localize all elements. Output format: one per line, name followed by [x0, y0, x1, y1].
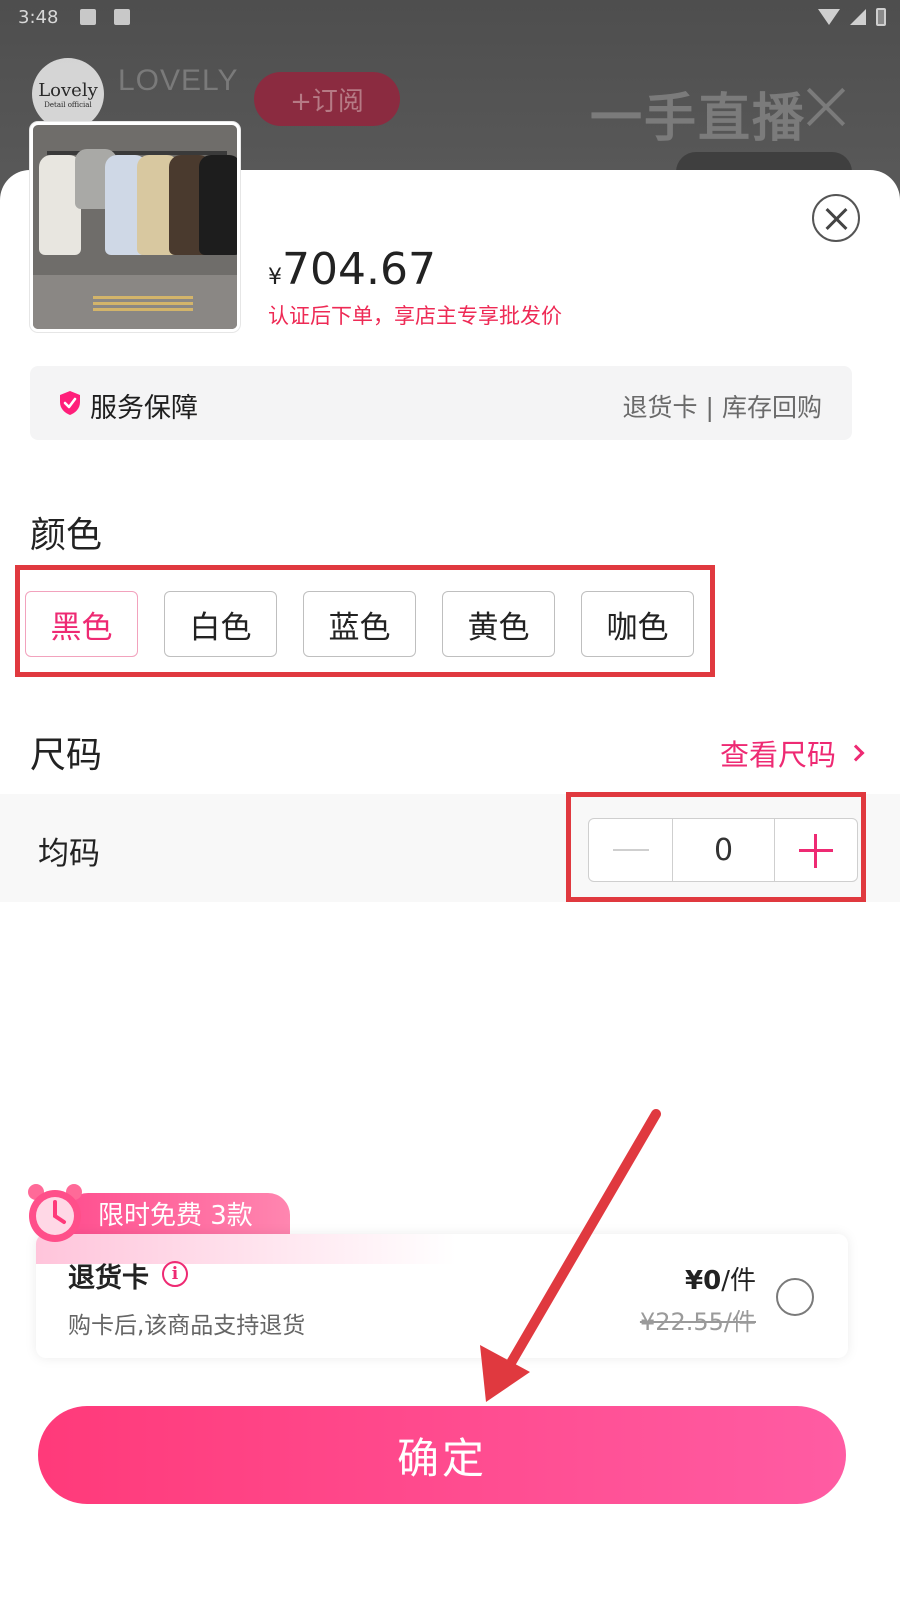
- live-title: 一手直播: [590, 89, 807, 149]
- store-name: LOVELY: [118, 64, 239, 97]
- store-logo-text: Lovely: [38, 79, 98, 101]
- sku-selection-sheet: ¥704.67 认证后下单，享店主专享批发价 服务保障 退货卡 | 库存回购 颜色 …: [0, 170, 900, 1600]
- status-bar: 3:48: [0, 0, 900, 36]
- decrease-button[interactable]: [589, 819, 673, 881]
- color-option-brown[interactable]: 咖色: [581, 591, 694, 657]
- return-card-title: 退货卡: [68, 1263, 149, 1294]
- price-note: 认证后下单，享店主专享批发价: [268, 304, 562, 328]
- size-chart-link[interactable]: 查看尺码: [719, 732, 865, 774]
- color-section-title: 颜色: [30, 515, 103, 556]
- return-card-price: ¥0/件: [685, 1260, 756, 1297]
- subscribe-button[interactable]: +订阅: [254, 72, 400, 126]
- coat-image: [199, 155, 237, 255]
- return-card-description: 购卡后,该商品支持退货: [68, 1313, 306, 1339]
- battery-icon: [876, 8, 886, 26]
- service-items: 退货卡 | 库存回购: [623, 388, 822, 424]
- thumbnail-caption: [93, 293, 193, 323]
- size-chart-link-label: 查看尺码: [719, 738, 836, 772]
- quantity-stepper: 0: [588, 818, 858, 882]
- font-icon: [114, 9, 130, 25]
- return-card-price-unit: /件: [721, 1266, 756, 1296]
- color-option-white[interactable]: 白色: [164, 591, 277, 657]
- size-section-title: 尺码: [30, 735, 103, 776]
- price-symbol: ¥: [268, 265, 282, 290]
- signal-icon: [850, 9, 866, 25]
- increase-button[interactable]: [775, 819, 857, 881]
- service-item-return-card: 退货卡: [622, 393, 698, 422]
- service-item-stock-buyback: 库存回购: [721, 393, 822, 422]
- service-guarantee-bar[interactable]: 服务保障 退货卡 | 库存回购: [30, 366, 852, 440]
- return-card-price-value: ¥0: [685, 1266, 722, 1296]
- color-option-black[interactable]: 黑色: [25, 591, 138, 657]
- shield-icon: [60, 391, 80, 415]
- store-avatar[interactable]: Lovely Detail official: [32, 58, 104, 130]
- status-indicators: [818, 8, 886, 26]
- confirm-button[interactable]: 确定: [38, 1406, 846, 1504]
- store-logo-subtext: Detail official: [44, 100, 92, 109]
- price-value: 704.67: [282, 244, 436, 295]
- promo-tag-text: 限时免费 3款: [98, 1201, 253, 1231]
- status-time: 3:48: [18, 7, 59, 28]
- info-icon[interactable]: i: [162, 1261, 188, 1287]
- live-close-icon[interactable]: [806, 84, 846, 128]
- chevron-right-icon: [847, 744, 865, 762]
- alarm-clock-icon: [28, 1184, 82, 1242]
- size-name: 均码: [38, 836, 100, 872]
- return-card-option[interactable]: 退货卡 i 购卡后,该商品支持退货 ¥0/件 ¥22.55/件: [36, 1234, 848, 1358]
- return-card-radio[interactable]: [776, 1278, 814, 1316]
- wifi-icon: [818, 9, 840, 25]
- size-row: 均码 0: [0, 794, 900, 902]
- close-icon[interactable]: [812, 194, 860, 242]
- product-thumbnail[interactable]: [30, 122, 240, 332]
- service-title: 服务保障: [90, 393, 198, 424]
- return-card-original-price: ¥22.55/件: [639, 1308, 756, 1336]
- gallery-icon: [80, 9, 96, 25]
- service-separator: |: [705, 393, 714, 422]
- color-options: 黑色 白色 蓝色 黄色 咖色: [25, 591, 705, 659]
- price-row: ¥704.67: [268, 244, 436, 295]
- color-option-yellow[interactable]: 黄色: [442, 591, 555, 657]
- quantity-input[interactable]: 0: [673, 819, 775, 881]
- color-option-blue[interactable]: 蓝色: [303, 591, 416, 657]
